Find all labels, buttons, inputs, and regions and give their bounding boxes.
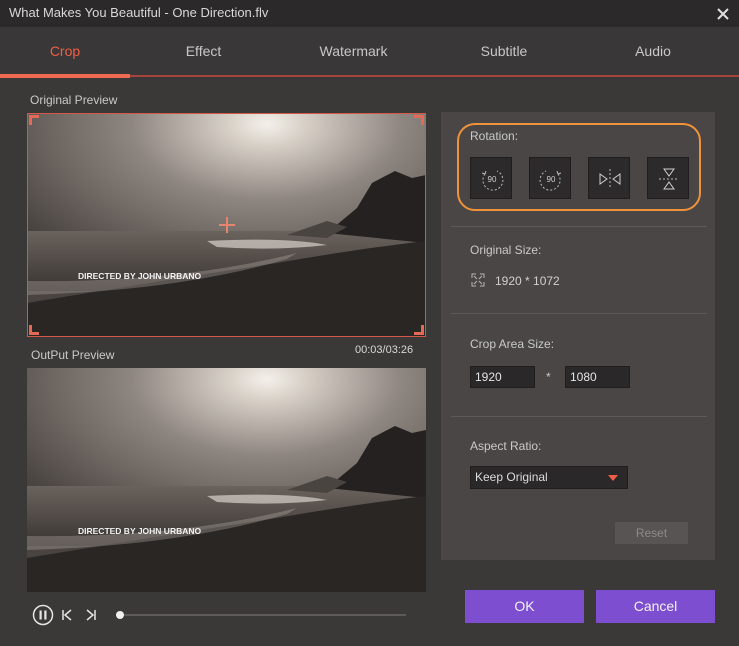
rotate-right-button[interactable]: 90: [529, 157, 571, 199]
playback-progress-bar[interactable]: [116, 611, 406, 619]
original-size-value: 1920 * 1072: [495, 274, 560, 288]
pause-button[interactable]: [32, 604, 54, 626]
chevron-down-icon: [608, 475, 618, 481]
title-bar: What Makes You Beautiful - One Direction…: [0, 0, 739, 27]
tab-effect[interactable]: Effect: [130, 27, 277, 77]
divider: [451, 313, 707, 314]
previous-icon: [62, 609, 72, 621]
rotation-label: Rotation:: [470, 129, 519, 143]
output-overlay-text: DIRECTED BY JOHN URBANO: [78, 526, 201, 536]
flip-horizontal-button[interactable]: [588, 157, 630, 199]
reset-button[interactable]: Reset: [615, 522, 688, 544]
ok-button[interactable]: OK: [465, 590, 584, 623]
rotate-left-icon: 90: [481, 170, 504, 191]
divider: [451, 416, 707, 417]
next-icon: [86, 609, 96, 621]
crop-height-input[interactable]: 1080: [565, 366, 630, 388]
tab-watermark[interactable]: Watermark: [277, 27, 430, 77]
crop-width-input[interactable]: 1920: [470, 366, 535, 388]
aspect-ratio-value: Keep Original: [475, 470, 548, 484]
output-preview: DIRECTED BY JOHN URBANO: [27, 368, 426, 592]
previous-button[interactable]: [60, 608, 74, 622]
original-preview-label: Original Preview: [30, 93, 118, 107]
crop-center-crosshair-icon[interactable]: [219, 217, 235, 233]
next-button[interactable]: [84, 608, 98, 622]
tab-bar: Crop Effect Watermark Subtitle Audio: [0, 27, 739, 79]
crop-area-size-label: Crop Area Size:: [470, 337, 555, 351]
aspect-ratio-select[interactable]: Keep Original: [470, 466, 628, 489]
flip-vertical-icon: [659, 168, 679, 190]
rotate-right-icon: 90: [539, 170, 562, 191]
tab-crop[interactable]: Crop: [0, 27, 130, 77]
rotate-left-button[interactable]: 90: [470, 157, 512, 199]
output-preview-label: OutPut Preview: [31, 348, 115, 362]
tab-subtitle[interactable]: Subtitle: [430, 27, 578, 77]
output-preview-image: DIRECTED BY JOHN URBANO: [27, 368, 426, 592]
aspect-ratio-label: Aspect Ratio:: [470, 439, 542, 453]
tab-active-indicator: [0, 74, 130, 78]
divider: [451, 226, 707, 227]
flip-vertical-button[interactable]: [647, 157, 689, 199]
close-icon[interactable]: [713, 4, 733, 24]
crop-size-separator: *: [546, 370, 551, 384]
flip-horizontal-icon: [599, 169, 621, 189]
tab-audio[interactable]: Audio: [578, 27, 728, 77]
original-overlay-text: DIRECTED BY JOHN URBANO: [78, 271, 201, 281]
rotate-right-text: 90: [547, 175, 556, 184]
original-size-label: Original Size:: [470, 243, 542, 257]
pause-icon: [32, 604, 54, 626]
time-display: 00:03/03:26: [355, 344, 414, 356]
resize-icon: [471, 273, 485, 287]
cancel-button[interactable]: Cancel: [596, 590, 715, 623]
rotate-left-text: 90: [488, 175, 497, 184]
window-title: What Makes You Beautiful - One Direction…: [9, 5, 269, 20]
